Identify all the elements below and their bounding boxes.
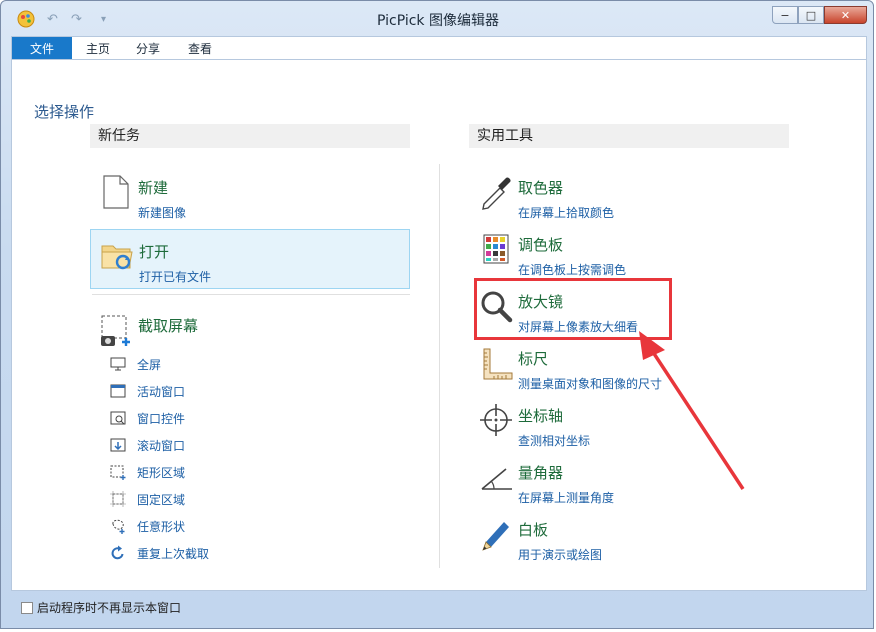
color-picker-item[interactable]: 取色器 在屏幕上拾取颜色 [470, 166, 710, 226]
ruler-item[interactable]: 标尺 测量桌面对象和图像的尺寸 [470, 337, 710, 397]
crosshair-subtitle: 查测相对坐标 [518, 434, 591, 448]
fixed-region-icon [110, 491, 126, 507]
capture-window-control[interactable]: 窗口控件 [110, 408, 310, 428]
fullscreen-icon [110, 357, 126, 371]
screen-capture-icon [101, 315, 130, 346]
open-file-item[interactable]: 打开 打开已有文件 [90, 229, 410, 289]
new-image-item[interactable]: 新建 新建图像 [90, 166, 410, 226]
eyedropper-icon [482, 177, 511, 210]
protractor-subtitle: 在屏幕上测量角度 [518, 491, 615, 505]
color-palette-subtitle: 在调色板上按需调色 [518, 263, 627, 277]
repeat-capture-label: 重复上次截取 [137, 547, 210, 561]
title-bar: ↶ ↷ ▾ PicPick 图像编辑器 − □ ✕ [1, 1, 875, 37]
color-palette-item[interactable]: 调色板 在调色板上按需调色 [470, 223, 710, 283]
capture-title: 截取屏幕 [138, 317, 199, 335]
left-divider [92, 294, 410, 295]
active-window-icon [110, 384, 126, 398]
ruler-title: 标尺 [518, 350, 549, 368]
open-subtitle: 打开已有文件 [139, 270, 212, 284]
color-picker-subtitle: 在屏幕上拾取颜色 [518, 206, 615, 220]
whiteboard-item[interactable]: 白板 用于演示或绘图 [470, 508, 710, 568]
minimize-button[interactable]: − [772, 6, 798, 24]
app-window: ↶ ↷ ▾ PicPick 图像编辑器 − □ ✕ 文件 主页 分享 查看 选择… [0, 0, 874, 629]
capture-active-window[interactable]: 活动窗口 [110, 381, 310, 401]
rectangle-region-icon [110, 465, 126, 480]
column-divider [439, 164, 440, 568]
capture-scroll-window[interactable]: 滚动窗口 [110, 435, 310, 455]
window-control-icon [110, 411, 126, 425]
capture-rectangle[interactable]: 矩形区域 [110, 462, 310, 482]
capture-fixed-region[interactable]: 固定区域 [110, 489, 310, 509]
tab-view[interactable]: 查看 [180, 37, 220, 61]
color-palette-icon [483, 234, 509, 264]
crosshair-icon [480, 404, 512, 436]
repeat-capture-icon [111, 545, 124, 560]
tab-file[interactable]: 文件 [12, 37, 72, 61]
new-title: 新建 [138, 179, 169, 197]
window-title: PicPick 图像编辑器 [376, 13, 499, 29]
active-window-label: 活动窗口 [137, 385, 186, 399]
backstage-panel: 选择操作 新任务 实用工具 新建 新建图像 打开 打开已有文件 截取屏幕 全屏 … [11, 59, 867, 591]
open-folder-icon [101, 245, 133, 270]
ruler-subtitle: 测量桌面对象和图像的尺寸 [518, 377, 663, 391]
utilities-header: 实用工具 [469, 124, 789, 148]
scroll-window-label: 滚动窗口 [137, 439, 186, 453]
ruler-icon [483, 348, 513, 380]
crosshair-item[interactable]: 坐标轴 查测相对坐标 [470, 394, 710, 454]
fullscreen-label: 全屏 [137, 358, 162, 372]
magnifier-highlight-box [474, 278, 672, 340]
capture-freehand[interactable]: 任意形状 [110, 516, 310, 536]
ribbon-tabs: 文件 主页 分享 查看 [11, 36, 867, 61]
capture-fullscreen[interactable]: 全屏 [110, 354, 310, 374]
tab-share[interactable]: 分享 [128, 37, 168, 61]
window-control-label: 窗口控件 [137, 412, 186, 426]
dont-show-label: 启动程序时不再显示本窗口 [37, 601, 182, 615]
color-picker-title: 取色器 [518, 179, 564, 197]
whiteboard-subtitle: 用于演示或绘图 [518, 548, 603, 562]
capture-repeat-last[interactable]: 重复上次截取 [110, 543, 310, 563]
crosshair-title: 坐标轴 [518, 407, 564, 425]
freehand-shape-icon [112, 519, 125, 534]
scroll-window-icon [110, 438, 126, 452]
rectangle-region-label: 矩形区域 [137, 466, 186, 480]
color-palette-title: 调色板 [518, 236, 564, 254]
new-task-header: 新任务 [90, 124, 410, 148]
whiteboard-title: 白板 [518, 521, 549, 539]
freehand-label: 任意形状 [137, 520, 186, 534]
fixed-region-label: 固定区域 [137, 493, 186, 507]
tab-home[interactable]: 主页 [78, 37, 118, 61]
window-controls: − □ ✕ [772, 6, 867, 24]
open-title: 打开 [139, 243, 170, 261]
restore-button[interactable]: □ [798, 6, 824, 24]
protractor-title: 量角器 [518, 464, 564, 482]
startup-option[interactable]: 启动程序时不再显示本窗口 [21, 599, 181, 616]
whiteboard-pen-icon [482, 522, 509, 551]
new-subtitle: 新建图像 [138, 206, 187, 220]
protractor-icon [481, 468, 512, 490]
section-title: 选择操作 [34, 103, 95, 121]
protractor-item[interactable]: 量角器 在屏幕上测量角度 [470, 451, 710, 511]
new-file-icon [103, 175, 129, 209]
dont-show-checkbox[interactable] [21, 601, 33, 614]
close-button[interactable]: ✕ [824, 6, 867, 24]
